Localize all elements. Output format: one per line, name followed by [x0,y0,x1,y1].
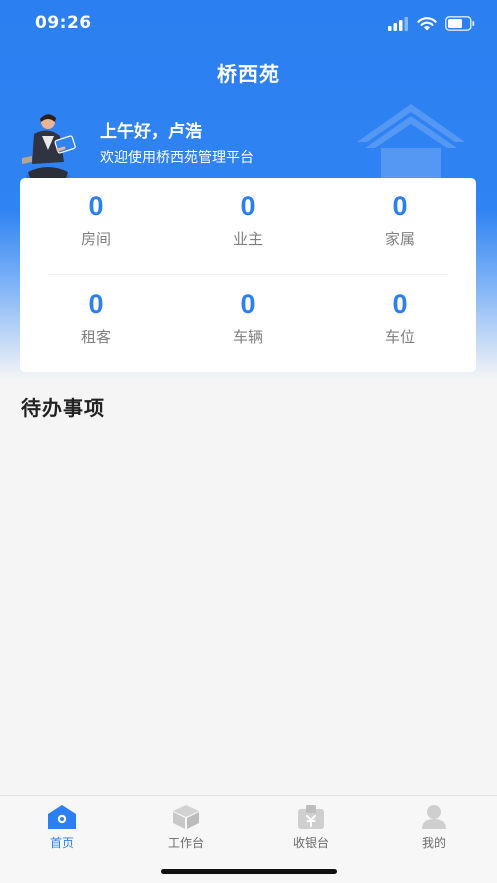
welcome-text: 欢迎使用桥西苑管理平台 [100,150,254,166]
stat-label: 房间 [80,230,111,248]
cashier-icon [298,805,324,829]
stat-label: 车位 [384,328,415,346]
person-illustration [22,114,76,180]
wifi-icon [417,16,437,30]
stats-card: 0 房间 0 业主 0 家属 0 租客 0 车辆 0 车位 [20,178,476,372]
stat-rooms[interactable]: 0 房间 [20,190,172,280]
tab-cashier[interactable]: 收银台 [271,804,351,851]
stat-vehicles[interactable]: 0 车辆 [172,288,324,378]
home-screen: 09:26 桥西苑 上午好，卢浩 欢迎使用桥西苑管理平台 0 房间 0 业主 0… [0,0,497,883]
todo-section-title: 待办事项 [21,396,105,420]
tab-label: 收银台 [292,836,329,850]
stat-label: 租客 [80,328,111,346]
stats-row: 0 房间 0 业主 0 家属 [20,190,476,280]
stats-row: 0 租客 0 车辆 0 车位 [20,288,476,378]
stat-value: 0 [240,289,256,319]
home-icon [48,805,76,829]
stat-family[interactable]: 0 家属 [324,190,476,280]
tab-workbench[interactable]: 工作台 [146,804,226,851]
stat-value: 0 [392,191,408,221]
status-time: 09:26 [35,13,92,33]
box-icon [173,805,199,829]
status-bar: 09:26 [0,0,497,48]
tab-home[interactable]: 首页 [22,804,102,851]
stat-value: 0 [88,191,104,221]
stat-parking[interactable]: 0 车位 [324,288,476,378]
stat-owners[interactable]: 0 业主 [172,190,324,280]
stat-tenants[interactable]: 0 租客 [20,288,172,378]
stat-label: 车辆 [232,328,263,346]
tab-label: 工作台 [167,836,204,850]
tab-label: 首页 [49,836,74,850]
stat-label: 业主 [232,230,263,248]
user-icon [422,805,446,829]
page-title: 桥西苑 [217,62,280,86]
battery-icon [445,16,475,31]
greeting-text: 上午好，卢浩 [100,122,202,142]
tab-label: 我的 [421,836,446,850]
status-icons [387,16,475,31]
stat-value: 0 [392,289,408,319]
stat-label: 家属 [384,230,415,248]
house-watermark-icon [357,104,465,182]
home-indicator[interactable] [161,869,337,874]
stat-value: 0 [240,191,256,221]
stat-value: 0 [88,289,104,319]
signal-icon [388,16,408,31]
divider [48,274,448,275]
tab-mine[interactable]: 我的 [394,804,474,851]
